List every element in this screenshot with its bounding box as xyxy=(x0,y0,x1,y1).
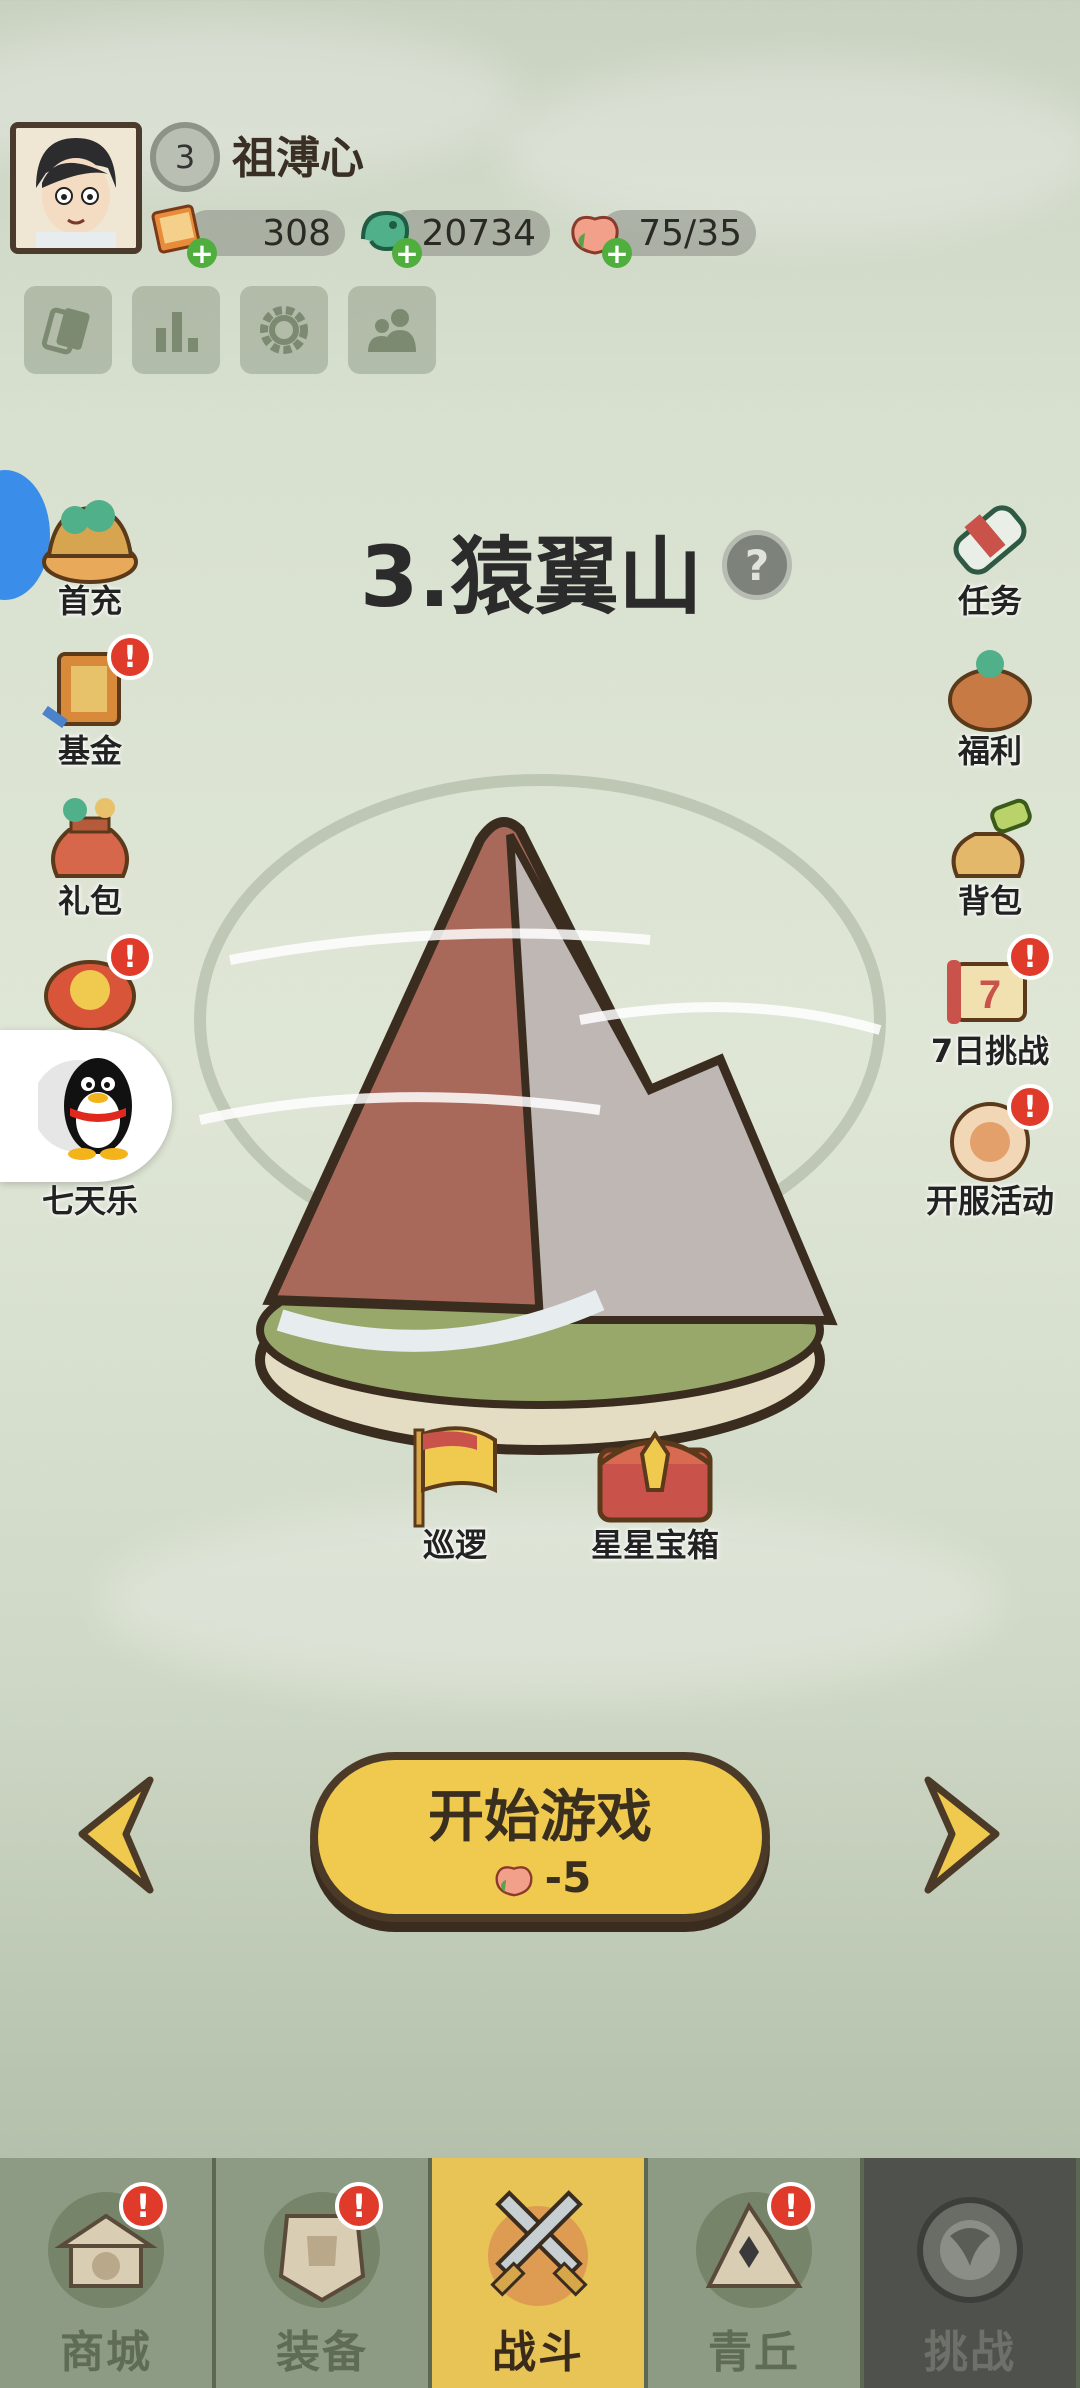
fund-book-icon: ! xyxy=(35,634,153,740)
notification-badge: ! xyxy=(107,934,153,980)
friends-icon xyxy=(368,309,416,352)
side-item-seven-day-challenge[interactable]: 7 ! 7日挑战 xyxy=(910,934,1070,1080)
player-avatar[interactable] xyxy=(10,122,142,254)
backpack-icon xyxy=(935,790,1045,890)
star-chest-label: 星星宝箱 xyxy=(590,1526,719,1564)
mountain-stage-illustration xyxy=(194,774,886,1455)
welfare-bag-icon xyxy=(935,640,1045,740)
next-stage-arrow-icon[interactable] xyxy=(918,1770,1008,1900)
gift-bag-icon xyxy=(35,790,145,890)
tab-label: 战斗 xyxy=(492,2327,584,2378)
armor-icon: ! xyxy=(247,2176,397,2316)
notification-badge: ! xyxy=(107,634,153,680)
challenge-orb-icon xyxy=(895,2176,1045,2316)
tab-label: 装备 xyxy=(276,2327,368,2378)
side-item-tasks[interactable]: 任务 xyxy=(910,490,1070,630)
first-charge-icon xyxy=(35,490,145,590)
tab-equipment[interactable]: ! 装备 xyxy=(216,2158,432,2388)
tab-challenge[interactable]: 挑战 xyxy=(864,2158,1080,2388)
start-cost-value: -5 xyxy=(544,1853,592,1902)
mountain-icon: ! xyxy=(679,2176,829,2316)
start-game-button[interactable]: 开始游戏 -5 xyxy=(310,1752,770,1922)
cards-button[interactable] xyxy=(24,286,112,374)
patrol-flag-icon xyxy=(413,1426,497,1528)
peach-icon xyxy=(495,1865,533,1896)
patrol-button[interactable]: 巡逻 xyxy=(380,1420,530,1570)
server-event-drum-icon: ! xyxy=(935,1084,1053,1190)
tab-label: 挑战 xyxy=(924,2327,1016,2378)
rank-button[interactable] xyxy=(132,286,220,374)
shop-pavilion-icon: ! xyxy=(31,2176,181,2316)
side-item-first-charge[interactable]: 首充 xyxy=(10,490,170,630)
side-item-welfare[interactable]: 福利 xyxy=(910,640,1070,780)
tab-label: 商城 xyxy=(60,2327,152,2378)
player-level-badge: 3 xyxy=(150,122,220,192)
stamina-value: 75/35 xyxy=(638,212,742,254)
tab-shop[interactable]: ! 商城 xyxy=(0,2158,216,2388)
plus-icon: + xyxy=(392,237,422,270)
side-item-fund[interactable]: ! 基金 xyxy=(10,634,170,780)
jade-value: 20734 xyxy=(421,212,536,254)
scroll-tasks-icon xyxy=(935,490,1045,590)
side-item-backpack[interactable]: 背包 xyxy=(910,790,1070,930)
player-name: 祖溥心 xyxy=(232,133,364,184)
tab-qingqiu[interactable]: ! 青丘 xyxy=(648,2158,864,2388)
bottom-navigation: ! 商城 ! 装备 战斗 ! 青丘 挑战 xyxy=(0,2158,1080,2388)
side-item-server-event[interactable]: ! 开服活动 xyxy=(910,1084,1070,1230)
start-game-label: 开始游戏 xyxy=(428,1784,652,1850)
crossed-swords-icon xyxy=(463,2176,613,2316)
patrol-label: 巡逻 xyxy=(422,1526,487,1564)
stage-title: 3.猿翼山 xyxy=(360,528,703,626)
tab-label: 青丘 xyxy=(708,2327,800,2378)
previous-stage-arrow-icon[interactable] xyxy=(70,1770,160,1900)
avatar-portrait-icon xyxy=(16,128,136,248)
notification-badge: ! xyxy=(1007,934,1053,980)
notification-badge: ! xyxy=(1007,1084,1053,1130)
rank-icon xyxy=(156,312,198,352)
plus-icon: + xyxy=(602,237,632,270)
notification-badge: ! xyxy=(335,2182,383,2230)
qq-floating-button[interactable] xyxy=(0,1030,172,1182)
friends-button[interactable] xyxy=(348,286,436,374)
stamina-add-button[interactable]: + xyxy=(560,196,632,270)
plus-icon: + xyxy=(187,237,217,270)
star-chest-button[interactable]: 星星宝箱 xyxy=(570,1420,740,1570)
cards-icon xyxy=(41,307,90,355)
notification-badge: ! xyxy=(767,2182,815,2230)
help-icon[interactable]: ? xyxy=(722,530,792,600)
settings-button[interactable] xyxy=(240,286,328,374)
tickets-value: 308 xyxy=(262,212,331,254)
settings-icon xyxy=(260,306,308,354)
start-cost: -5 xyxy=(489,1853,592,1903)
qq-penguin-icon xyxy=(38,1058,132,1160)
tab-battle[interactable]: 战斗 xyxy=(432,2158,648,2388)
notification-badge: ! xyxy=(119,2182,167,2230)
star-chest-icon xyxy=(597,1430,713,1523)
challenge-scroll-icon: 7 ! xyxy=(935,934,1053,1040)
tickets-add-button[interactable]: + xyxy=(145,196,217,270)
jade-add-button[interactable]: + xyxy=(350,196,422,270)
side-item-gift-pack[interactable]: 礼包 xyxy=(10,790,170,930)
event-lion-icon: ! xyxy=(35,934,153,1040)
svg-text:7: 7 xyxy=(979,973,1001,1017)
